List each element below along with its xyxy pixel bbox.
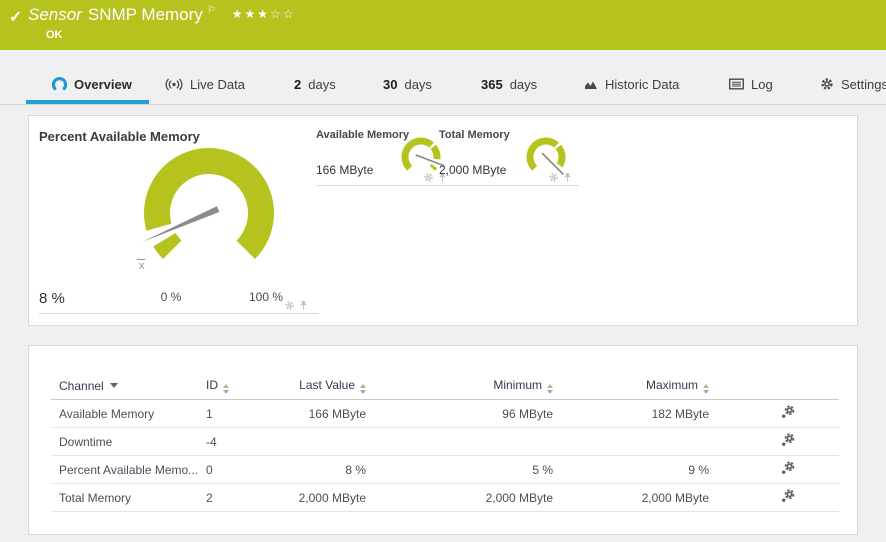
channel-name[interactable]: Total Memory [51,484,198,512]
col-header-actions [709,373,839,400]
edit-channel-icon[interactable] [781,489,795,503]
col-header-maximum[interactable]: Maximum [553,373,709,400]
log-list-icon [729,78,744,90]
channel-id: 1 [198,400,266,428]
sort-icon [223,384,229,394]
channel-id: -4 [198,428,266,456]
sort-icon [360,384,366,394]
mini-gauge-value: 2,000 MByte [439,163,506,177]
tab-overview[interactable]: Overview [52,76,132,92]
table-header-row: Channel ID Last Value Minimum Maximum [51,373,839,400]
available-memory-gauge [401,137,443,170]
gauge-scale-min: 0 % [149,290,193,304]
channel-minimum: 96 MByte [366,400,553,428]
table-row[interactable]: Available Memory 1 166 MByte 96 MByte 18… [51,400,839,428]
channel-last-value: 8 % [266,456,366,484]
sensor-title: Sensor SNMP Memory ⚐ ★★★☆☆ [28,5,296,25]
channel-id: 2 [198,484,266,512]
channel-name[interactable]: Available Memory [51,400,198,428]
gear-icon[interactable] [548,172,559,183]
sort-icon [703,384,709,394]
tab-live-data[interactable]: Live Data [165,76,245,92]
channel-minimum: 2,000 MByte [366,484,553,512]
tab-365-days[interactable]: 365days [481,76,537,92]
pin-icon[interactable] [563,172,572,183]
main-gauge-controls [284,300,308,311]
channel-id: 0 [198,456,266,484]
edit-channel-icon[interactable] [781,405,795,419]
col-header-channel[interactable]: Channel [51,373,198,400]
channel-maximum: 2,000 MByte [553,484,709,512]
table-row[interactable]: Percent Available Memo... 0 8 % 5 % 9 % [51,456,839,484]
channel-maximum: 182 MByte [553,400,709,428]
table-row[interactable]: Total Memory 2 2,000 MByte 2,000 MByte 2… [51,484,839,512]
gear-icon[interactable] [423,172,434,183]
divider [39,313,319,314]
area-chart-icon [584,78,598,90]
channels-panel: Channel ID Last Value Minimum Maximum Av… [28,345,858,535]
tab-settings[interactable]: Settings [820,76,886,92]
sensor-name: SNMP Memory [88,5,203,24]
total-memory-gauge [526,137,565,174]
channel-last-value: 166 MByte [266,400,366,428]
average-marker: x [139,260,145,272]
tab-30-days[interactable]: 30days [383,76,432,92]
sensor-status-header: ✓ Sensor SNMP Memory ⚐ ★★★☆☆ OK [0,0,886,50]
main-gauge [142,148,274,259]
mini-gauge-value: 166 MByte [316,163,373,177]
divider [316,185,447,186]
ok-check-icon: ✓ [9,7,22,27]
gear-icon[interactable] [284,300,295,311]
status-badge: OK [46,29,63,41]
flag-icon: ⚐ [207,5,216,16]
prtg-sensor-page: ✓ Sensor SNMP Memory ⚐ ★★★☆☆ OK Overview Li… [0,0,886,542]
channel-name[interactable]: Percent Available Memo... [51,456,198,484]
sensor-type-label: Sensor [28,5,82,24]
broadcast-icon [165,78,183,91]
edit-channel-icon[interactable] [781,461,795,475]
edit-channel-icon[interactable] [781,433,795,447]
channel-name[interactable]: Downtime [51,428,198,456]
mini-gauge-controls [548,172,572,183]
gear-icon [820,77,834,91]
col-header-minimum[interactable]: Minimum [366,373,553,400]
sort-icon [547,384,553,394]
tab-bar: Overview Live Data 2days 30days 365days … [0,50,886,105]
sort-desc-icon [110,383,118,388]
pin-icon[interactable] [299,300,308,311]
mini-gauge-title: Total Memory [439,129,510,141]
channel-maximum [553,428,709,456]
tab-historic-data[interactable]: Historic Data [584,76,679,92]
col-header-id[interactable]: ID [198,373,266,400]
channel-maximum: 9 % [553,456,709,484]
gauge-icon [52,77,67,92]
tab-log[interactable]: Log [729,76,773,92]
active-tab-underline [26,100,149,104]
col-header-last-value[interactable]: Last Value [266,373,366,400]
channel-minimum [366,428,553,456]
channel-minimum: 5 % [366,456,553,484]
gauge-scale-max: 100 % [244,290,288,304]
gauges-panel: Percent Available Memory x 0 % 100 % 8 %… [28,115,858,326]
divider [439,185,579,186]
priority-stars[interactable]: ★★★☆☆ [232,7,296,21]
table-row[interactable]: Downtime -4 [51,428,839,456]
tab-2-days[interactable]: 2days [294,76,336,92]
channels-table: Channel ID Last Value Minimum Maximum Av… [51,373,839,512]
channel-last-value: 2,000 MByte [266,484,366,512]
main-gauge-title: Percent Available Memory [39,129,200,144]
main-gauge-value: 8 % [39,290,65,307]
channel-last-value [266,428,366,456]
mini-gauge-title: Available Memory [316,129,409,141]
